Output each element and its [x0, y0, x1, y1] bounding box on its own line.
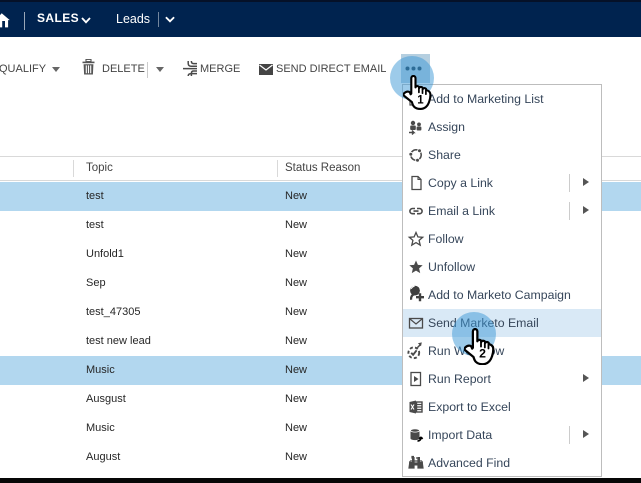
svg-text:1: 1	[417, 94, 424, 106]
svg-text:2: 2	[479, 347, 486, 361]
